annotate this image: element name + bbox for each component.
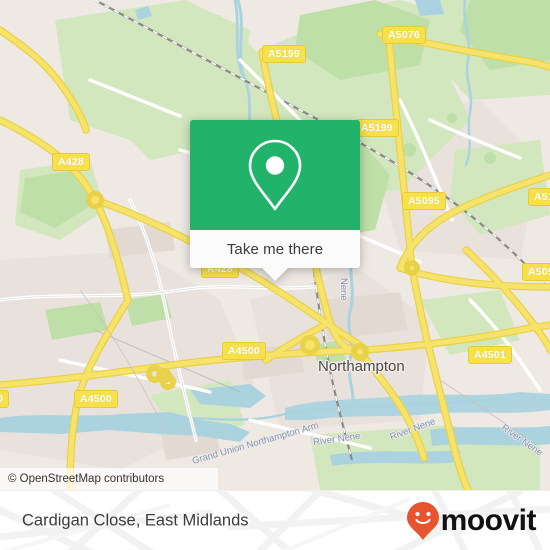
road-shield[interactable]: A5099 — [522, 263, 550, 281]
road-shield[interactable]: A4501 — [468, 346, 512, 364]
road-shield[interactable]: A5095 — [402, 192, 446, 210]
road-shield[interactable]: A5199 — [262, 45, 306, 63]
road-shield[interactable]: A428 — [52, 153, 90, 171]
road-shield[interactable]: A5199 — [355, 119, 399, 137]
map-pin-icon — [248, 139, 302, 211]
popup-image-area — [190, 120, 360, 230]
attribution-text: © OpenStreetMap contributors — [8, 473, 165, 485]
footer-bar: Cardigan Close, East Midlands moovit — [0, 490, 550, 550]
map-attribution[interactable]: © OpenStreetMap contributors — [0, 468, 218, 490]
road-shield[interactable]: A5076 — [382, 26, 426, 44]
moovit-logo[interactable]: moovit — [406, 501, 537, 541]
place-label-northampton: Northampton — [318, 358, 405, 375]
map-viewport[interactable]: A5076 A5199 A5199 A428 A5095 A51 A428 A5… — [0, 0, 550, 490]
take-me-there-label: Take me there — [226, 240, 324, 258]
road-shield[interactable]: A4500 — [222, 342, 266, 360]
popup-tail — [262, 268, 288, 281]
water-label: Nene — [338, 278, 349, 301]
page-title: Cardigan Close, East Midlands — [22, 511, 249, 530]
screenshot-root: A5076 A5199 A5199 A428 A5095 A51 A428 A5… — [0, 0, 550, 550]
destination-popup[interactable]: Take me there — [190, 120, 360, 281]
road-shield[interactable]: 0 — [0, 390, 10, 408]
road-shield[interactable]: A51 — [528, 188, 550, 206]
moovit-wordmark: moovit — [440, 504, 537, 537]
moovit-smiley-pin-icon — [406, 502, 439, 540]
take-me-there-button[interactable]: Take me there — [190, 230, 360, 281]
road-shield[interactable]: A4500 — [74, 390, 118, 408]
